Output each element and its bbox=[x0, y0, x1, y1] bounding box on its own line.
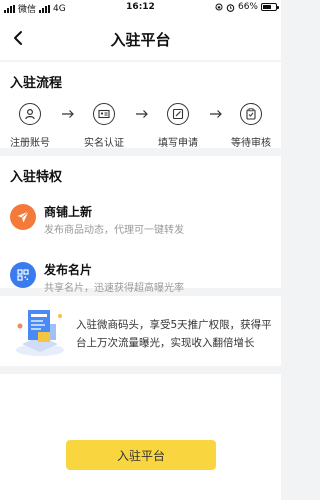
step-label: 等待审核 bbox=[231, 138, 271, 149]
promo-illustration bbox=[16, 310, 64, 356]
privilege-icon-badge bbox=[10, 204, 36, 230]
step-label: 注册账号 bbox=[10, 138, 50, 149]
process-steps: 注册账号 实名认证 填写申请 等待审核 bbox=[0, 91, 281, 151]
step-label: 实名认证 bbox=[84, 138, 124, 149]
privilege-icon-badge bbox=[10, 262, 36, 288]
privileges-title: 入驻特权 bbox=[10, 170, 63, 185]
id-card-icon bbox=[98, 109, 110, 119]
battery-icon bbox=[261, 3, 279, 11]
rotation-lock-icon bbox=[215, 3, 223, 11]
qr-code-icon bbox=[17, 269, 29, 281]
bottom-area bbox=[0, 374, 281, 500]
process-section: 入驻流程 注册账号 实名认证 填写申请 等待审核 bbox=[0, 62, 281, 151]
status-bar: 微信 4G 16:12 66% bbox=[0, 0, 281, 16]
step-verify: 实名认证 bbox=[74, 103, 134, 149]
user-icon bbox=[25, 108, 35, 120]
battery-percent: 66% bbox=[237, 2, 258, 12]
page-title: 入驻平台 bbox=[110, 31, 171, 49]
back-button[interactable] bbox=[4, 24, 32, 52]
chevron-left-icon bbox=[14, 31, 22, 45]
promo-banner: 入驻微商码头，享受5天推广权限，获得平台上万次流量曝光，实现收入翻倍增长 bbox=[0, 296, 281, 366]
arrow-right-icon bbox=[62, 110, 74, 118]
privilege-subtitle: 共享名片，迅速获得超高曝光率 bbox=[44, 283, 184, 294]
join-platform-button[interactable]: 入驻平台 bbox=[66, 440, 216, 470]
privilege-subtitle: 发布商品动态，代理可一键转发 bbox=[44, 225, 184, 236]
privilege-title: 商铺上新 bbox=[44, 205, 93, 219]
clipboard-icon bbox=[246, 108, 256, 120]
step-review: 等待审核 bbox=[221, 103, 281, 149]
step-apply: 填写申请 bbox=[148, 103, 208, 149]
nav-bar: 入驻平台 bbox=[0, 16, 281, 60]
privilege-item-shop-new[interactable]: 商铺上新 发布商品动态，代理可一键转发 bbox=[0, 191, 281, 249]
step-register: 注册账号 bbox=[0, 103, 60, 149]
edit-icon bbox=[172, 108, 184, 120]
process-title: 入驻流程 bbox=[10, 76, 63, 91]
step-label: 填写申请 bbox=[158, 138, 198, 149]
arrow-right-icon bbox=[136, 110, 148, 118]
alarm-icon bbox=[226, 3, 235, 12]
privilege-title: 发布名片 bbox=[44, 263, 93, 277]
send-icon bbox=[17, 211, 29, 223]
promo-text: 入驻微商码头，享受5天推广权限，获得平台上万次流量曝光，实现收入翻倍增长 bbox=[76, 319, 272, 349]
privileges-section: 入驻特权 商铺上新 发布商品动态，代理可一键转发 发布名片 共享名片，迅速获得超… bbox=[0, 156, 281, 294]
